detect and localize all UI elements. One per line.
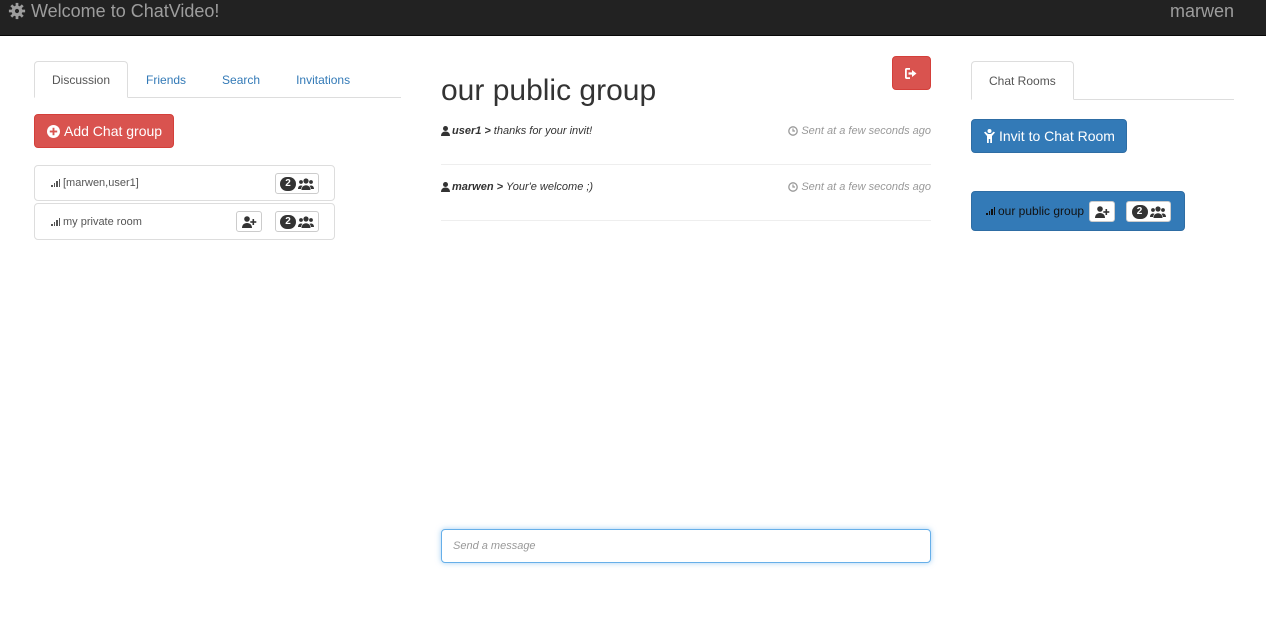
top-navbar: Welcome to ChatVideo! marwen [0,0,1266,36]
users-icon [298,177,314,190]
message-time: Sent at a few seconds ago [801,125,931,137]
active-room-item[interactable]: our public group 2 [971,191,1185,231]
members-button[interactable]: 2 [275,173,319,194]
user-plus-icon [241,215,256,228]
member-count-badge: 2 [280,176,296,191]
member-count-badge: 2 [280,214,296,229]
room-name: [marwen,user1] [63,177,139,189]
message-text: Your'e welcome ;) [506,181,594,193]
user-icon [441,126,450,136]
add-chat-group-label: Add Chat group [64,123,163,139]
left-tabs: Discussion Friends Search Invitations [34,61,401,98]
add-member-button[interactable] [1089,201,1115,222]
message-text: thanks for your invit! [493,125,593,137]
sign-out-icon [905,67,917,79]
room-title: our public group [441,74,657,107]
message-separator: > [496,181,504,193]
tab-chat-rooms[interactable]: Chat Rooms [971,61,1074,100]
message-time: Sent at a few seconds ago [801,181,931,193]
clock-icon [788,126,799,136]
users-icon [1149,205,1166,218]
tab-invitations[interactable]: Invitations [278,61,368,98]
signal-icon [51,217,60,226]
user-plus-icon [1094,205,1109,218]
signal-icon [986,207,995,215]
right-tabs: Chat Rooms [971,61,1234,100]
message-input[interactable] [441,529,931,563]
message-separator: > [484,125,491,137]
room-name: my private room [63,215,142,228]
members-button[interactable]: 2 [1126,201,1171,222]
room-list-item[interactable]: [marwen,user1] 2 [34,165,335,201]
add-member-button[interactable] [236,211,262,232]
tab-search[interactable]: Search [204,61,278,98]
brand[interactable]: Welcome to ChatVideo! [8,0,219,22]
invite-to-room-button[interactable]: Invit to Chat Room [971,119,1127,153]
add-chat-group-button[interactable]: Add Chat group [34,114,174,148]
message-author[interactable]: user1 [452,125,481,137]
message-row: marwen > Your'e welcome ;) Sent at a few… [441,165,931,221]
child-icon [984,129,995,143]
invite-label: Invit to Chat Room [999,128,1115,144]
member-count-badge: 2 [1131,204,1148,219]
tab-friends[interactable]: Friends [128,61,204,98]
brand-title: Welcome to ChatVideo! [31,0,220,21]
user-icon [441,182,450,192]
gear-icon [8,2,26,20]
current-user[interactable]: marwen [1170,0,1234,22]
tab-discussion[interactable]: Discussion [34,61,129,98]
plus-circle-icon [47,124,60,138]
message-author[interactable]: marwen [452,181,494,193]
message-row: user1 > thanks for your invit! Sent at a… [441,109,931,165]
leave-room-button[interactable] [892,56,931,90]
members-button[interactable]: 2 [275,211,319,232]
clock-icon [788,182,799,192]
room-list-item[interactable]: my private room 2 [34,203,335,240]
active-room-name: our public group [998,204,1085,218]
users-icon [298,215,314,228]
signal-icon [51,179,60,187]
